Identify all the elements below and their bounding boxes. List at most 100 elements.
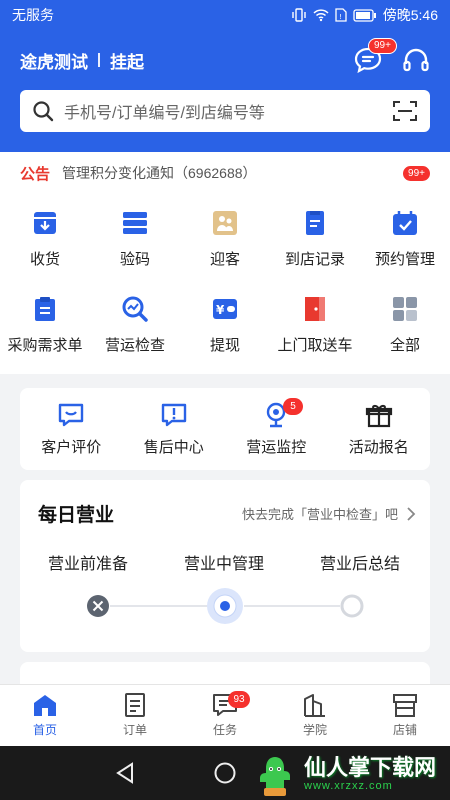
- tab-label: 学院: [302, 723, 327, 737]
- chevron-right-icon: [407, 506, 416, 521]
- grid-label: 采购需求单: [7, 337, 83, 354]
- store-name: 途虎测试: [20, 52, 88, 72]
- grid-item-pickup-car[interactable]: 上门取送车: [270, 280, 360, 368]
- grid-item-appointment[interactable]: 预约管理: [360, 194, 450, 282]
- grid-label: 预约管理: [374, 251, 435, 268]
- welcome-guest-icon: [213, 211, 237, 235]
- tool-label: 售后中心: [143, 439, 204, 456]
- announcement-bar[interactable]: 公告 管理积分变化通知（6962688） 99+: [0, 152, 450, 194]
- step-label-before[interactable]: 营业前准备: [20, 550, 156, 574]
- daily-steps: 营业前准备 营业中管理 营业后总结: [20, 550, 430, 574]
- store-record-icon: [306, 211, 324, 235]
- step-pending-icon: [340, 594, 364, 618]
- grid-row-1: 收货 验码 迎客 到店记录 预约管理: [0, 194, 450, 282]
- step-progress: [20, 586, 430, 626]
- status-bar: 无服务 ! 傍晚5:46: [0, 0, 450, 30]
- tab-tasks[interactable]: 93 任务: [180, 685, 270, 746]
- battery-icon: [353, 8, 376, 22]
- messages-button[interactable]: 99+: [354, 38, 397, 74]
- grid-item-receive[interactable]: 收货: [0, 194, 90, 282]
- headphones-icon: [403, 48, 429, 72]
- header-actions: 99+: [354, 38, 430, 74]
- tab-label: 首页: [32, 723, 57, 737]
- customer-service-button[interactable]: [402, 46, 430, 74]
- grid-item-purchase[interactable]: 采购需求单: [0, 280, 90, 368]
- grid-item-all[interactable]: 全部: [360, 280, 450, 368]
- daily-hint-link[interactable]: 快去完成「营业中检查」吧: [242, 504, 416, 523]
- review-icon: [59, 403, 84, 427]
- operation-check-icon: [122, 296, 148, 322]
- wifi-icon: [313, 9, 329, 22]
- tab-label: 任务: [212, 723, 237, 737]
- grid-item-withdraw[interactable]: ¥ 提现: [180, 280, 270, 368]
- clock-text: 傍晚5:46: [382, 7, 438, 23]
- order-icon: [125, 693, 145, 717]
- grid-item-verify[interactable]: 验码: [90, 194, 180, 282]
- header-top: 途虎测试 挂起 99+: [20, 38, 430, 78]
- grid-label: 迎客: [209, 251, 240, 268]
- academy-icon: [304, 694, 325, 717]
- announcement-tag: 公告: [20, 165, 51, 183]
- grid-label: 营运检查: [104, 337, 165, 354]
- all-apps-icon: [393, 297, 417, 321]
- message-badge: 99+: [368, 38, 397, 54]
- tasks-badge: 93: [228, 691, 250, 708]
- bottom-tab-bar: 首页 订单 93 任务 学院 店铺: [0, 684, 450, 746]
- search-input[interactable]: 手机号/订单编号/到店编号等: [20, 90, 430, 132]
- back-triangle-icon: [116, 762, 133, 784]
- grid-row-2: 采购需求单 营运检查 ¥ 提现 上门取送车 全部: [0, 280, 450, 368]
- search-placeholder: 手机号/订单编号/到店编号等: [64, 105, 265, 122]
- store-divider: [98, 53, 100, 67]
- tab-orders[interactable]: 订单: [90, 685, 180, 746]
- announcement-badge: 99+: [403, 165, 430, 181]
- tool-label: 活动报名: [348, 439, 409, 456]
- tool-label: 客户评价: [41, 439, 102, 456]
- svg-text:¥: ¥: [216, 303, 225, 317]
- announcement-text: 管理积分变化通知（6962688）: [62, 165, 257, 181]
- tool-after-sales[interactable]: 售后中心: [123, 388, 226, 470]
- tab-academy[interactable]: 学院: [270, 685, 360, 746]
- tab-shop[interactable]: 店铺: [360, 685, 450, 746]
- step-label-after[interactable]: 营业后总结: [292, 550, 428, 574]
- tool-event-signup[interactable]: 活动报名: [328, 388, 431, 470]
- gift-icon: [365, 405, 392, 428]
- cactus-logo-icon: [260, 757, 290, 796]
- daily-business-card: 每日营业 快去完成「营业中检查」吧 营业前准备 营业中管理 营业后总结: [20, 480, 430, 652]
- purchase-order-icon: [35, 297, 55, 321]
- grid-label: 上门取送车: [277, 337, 353, 354]
- function-grid: 收货 验码 迎客 到店记录 预约管理 采购需求单 营运检查 ¥ 提现 上门取送车…: [0, 194, 450, 374]
- watermark: 仙人掌下载网 www.xrzxz.com: [250, 748, 450, 800]
- appointment-icon: [393, 211, 417, 235]
- tools-card: 客户评价 售后中心 5 营运监控 活动报名: [20, 388, 430, 470]
- verify-code-icon: [123, 212, 147, 234]
- vibrate-icon: [292, 8, 306, 22]
- nav-home-button[interactable]: [212, 760, 238, 786]
- tool-customer-review[interactable]: 客户评价: [20, 388, 123, 470]
- search-icon: [33, 101, 54, 122]
- withdraw-icon: ¥: [213, 299, 237, 319]
- scan-icon[interactable]: [392, 99, 418, 123]
- sim-icon: !: [335, 8, 347, 22]
- status-indicators: ! 傍晚5:46: [291, 5, 438, 25]
- tab-home[interactable]: 首页: [0, 685, 90, 746]
- grid-item-store-record[interactable]: 到店记录: [270, 194, 360, 282]
- daily-title: 每日营业: [38, 505, 115, 526]
- shop-icon: [393, 694, 417, 717]
- grid-item-welcome[interactable]: 迎客: [180, 194, 270, 282]
- daily-hint-text: 快去完成「营业中检查」吧: [241, 507, 398, 522]
- tool-operation-monitor[interactable]: 5 营运监控: [225, 388, 328, 470]
- grid-label: 验码: [119, 251, 150, 268]
- header: 途虎测试 挂起 99+ 手机号/订单编号/到店编号等: [0, 30, 450, 152]
- grid-item-operation-check[interactable]: 营运检查: [90, 280, 180, 368]
- receive-box-icon: [34, 212, 56, 234]
- grid-label: 全部: [389, 337, 420, 354]
- store-switcher[interactable]: 途虎测试 挂起: [20, 48, 144, 73]
- grid-label: 收货: [29, 251, 60, 268]
- tab-label: 店铺: [392, 723, 417, 737]
- home-icon: [34, 695, 56, 716]
- home-circle-icon: [214, 762, 236, 784]
- step-label-during[interactable]: 营业中管理: [156, 550, 292, 574]
- step-current-icon: [207, 588, 243, 624]
- nav-back-button[interactable]: [112, 760, 138, 786]
- watermark-title: 仙人掌下载网: [304, 755, 437, 780]
